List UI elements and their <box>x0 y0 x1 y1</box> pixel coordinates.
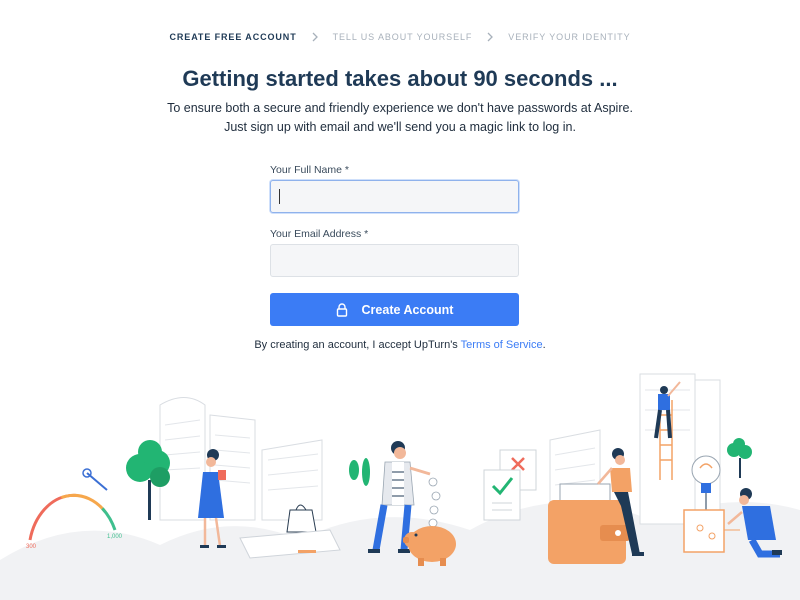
email-label: Your Email Address * <box>270 228 369 240</box>
page-title: Getting started takes about 90 seconds .… <box>182 66 618 91</box>
terms-prefix: By creating an account, I accept UpTurn'… <box>254 339 461 351</box>
coin <box>428 477 441 528</box>
subtitle-line: Just sign up with email and we'll send y… <box>224 120 576 134</box>
create-account-button[interactable]: Create Account <box>270 293 519 326</box>
step-create-account: CREATE FREE ACCOUNT <box>169 32 297 42</box>
subtitle-line: To ensure both a secure and friendly exp… <box>167 101 633 115</box>
chevron-right-icon <box>487 32 494 42</box>
step-about-yourself: TELL US ABOUT YOURSELF <box>332 32 473 42</box>
text-caret <box>279 189 280 204</box>
shrub <box>349 458 370 486</box>
building <box>159 397 323 521</box>
terms-suffix: . <box>542 339 546 351</box>
email-input[interactable] <box>270 244 519 277</box>
lock-icon <box>336 302 347 317</box>
gauge-max-label: 1,000 <box>107 534 123 540</box>
credit-score-gauge <box>28 468 117 541</box>
gauge-min-label: 300 <box>26 544 37 550</box>
create-account-label: Create Account <box>361 302 454 317</box>
hero-illustration: 300 1,000 <box>0 373 800 600</box>
chevron-right-icon <box>312 32 318 42</box>
step-verify-identity: VERIFY YOUR IDENTITY <box>508 32 631 42</box>
page-subtitle: To ensure both a secure and friendly exp… <box>0 99 800 137</box>
pen <box>298 550 316 553</box>
terms-text: By creating an account, I accept UpTurn'… <box>0 339 800 351</box>
signup-steps: CREATE FREE ACCOUNT TELL US ABOUT YOURSE… <box>0 30 800 44</box>
terms-of-service-link[interactable]: Terms of Service <box>461 339 543 351</box>
full-name-input[interactable] <box>270 180 519 213</box>
tree <box>727 438 752 478</box>
full-name-label: Your Full Name * <box>270 164 349 176</box>
